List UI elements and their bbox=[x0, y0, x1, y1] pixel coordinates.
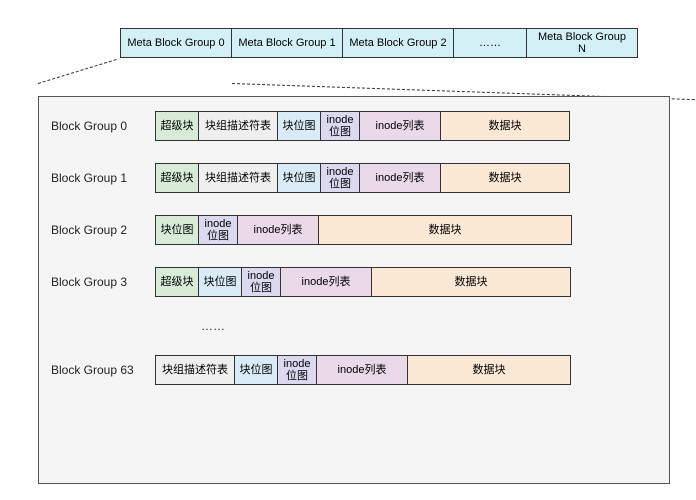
block-group-1-blocks: 超级块 块组描述符表 块位图 inode 位图 inode列表 数据块 bbox=[155, 163, 570, 193]
data-block: 数据块 bbox=[440, 163, 570, 193]
inode-list: inode列表 bbox=[359, 163, 441, 193]
block-group-2-label: Block Group 2 bbox=[51, 223, 155, 237]
data-block: 数据块 bbox=[407, 355, 571, 385]
inode-bitmap: inode 位图 bbox=[198, 215, 238, 245]
meta-block-group-n: Meta Block Group N bbox=[526, 28, 638, 58]
meta-block-group-0: Meta Block Group 0 bbox=[120, 28, 232, 58]
block-group-0-blocks: 超级块 块组描述符表 块位图 inode 位图 inode列表 数据块 bbox=[155, 111, 570, 141]
inode-bitmap: inode 位图 bbox=[241, 267, 281, 297]
inode-list: inode列表 bbox=[316, 355, 408, 385]
block-group-1-label: Block Group 1 bbox=[51, 171, 155, 185]
block-group-2-row: Block Group 2 块位图 inode 位图 inode列表 数据块 bbox=[51, 215, 657, 245]
block-group-3-row: Block Group 3 超级块 块位图 inode 位图 inode列表 数… bbox=[51, 267, 657, 297]
block-group-63-label: Block Group 63 bbox=[51, 363, 155, 377]
meta-block-group-1: Meta Block Group 1 bbox=[231, 28, 343, 58]
block-group-0-row: Block Group 0 超级块 块组描述符表 块位图 inode 位图 in… bbox=[51, 111, 657, 141]
inode-bitmap: inode 位图 bbox=[320, 163, 360, 193]
inode-list: inode列表 bbox=[359, 111, 441, 141]
data-block: 数据块 bbox=[318, 215, 572, 245]
group-desc-table: 块组描述符表 bbox=[198, 163, 278, 193]
inode-bitmap: inode 位图 bbox=[277, 355, 317, 385]
block-group-detail-box: Block Group 0 超级块 块组描述符表 块位图 inode 位图 in… bbox=[38, 96, 670, 484]
group-desc-table: 块组描述符表 bbox=[155, 355, 235, 385]
block-group-2-blocks: 块位图 inode 位图 inode列表 数据块 bbox=[155, 215, 572, 245]
superblock: 超级块 bbox=[155, 163, 199, 193]
block-bitmap: 块位图 bbox=[198, 267, 242, 297]
data-block: 数据块 bbox=[371, 267, 571, 297]
block-bitmap: 块位图 bbox=[234, 355, 278, 385]
meta-block-group-row: Meta Block Group 0 Meta Block Group 1 Me… bbox=[120, 28, 638, 58]
block-group-1-row: Block Group 1 超级块 块组描述符表 块位图 inode 位图 in… bbox=[51, 163, 657, 193]
block-group-0-label: Block Group 0 bbox=[51, 119, 155, 133]
meta-block-group-2: Meta Block Group 2 bbox=[342, 28, 454, 58]
meta-block-group-ellipsis: …… bbox=[453, 28, 527, 58]
superblock: 超级块 bbox=[155, 111, 199, 141]
data-block: 数据块 bbox=[440, 111, 570, 141]
group-desc-table: 块组描述符表 bbox=[198, 111, 278, 141]
block-bitmap: 块位图 bbox=[277, 111, 321, 141]
block-bitmap: 块位图 bbox=[277, 163, 321, 193]
inode-list: inode列表 bbox=[280, 267, 372, 297]
inode-list: inode列表 bbox=[237, 215, 319, 245]
inode-bitmap: inode 位图 bbox=[320, 111, 360, 141]
connector-line-left bbox=[38, 59, 117, 84]
block-group-ellipsis: …… bbox=[201, 319, 657, 333]
block-group-3-blocks: 超级块 块位图 inode 位图 inode列表 数据块 bbox=[155, 267, 571, 297]
block-group-63-blocks: 块组描述符表 块位图 inode 位图 inode列表 数据块 bbox=[155, 355, 571, 385]
block-bitmap: 块位图 bbox=[155, 215, 199, 245]
superblock: 超级块 bbox=[155, 267, 199, 297]
block-group-3-label: Block Group 3 bbox=[51, 275, 155, 289]
block-group-63-row: Block Group 63 块组描述符表 块位图 inode 位图 inode… bbox=[51, 355, 657, 385]
